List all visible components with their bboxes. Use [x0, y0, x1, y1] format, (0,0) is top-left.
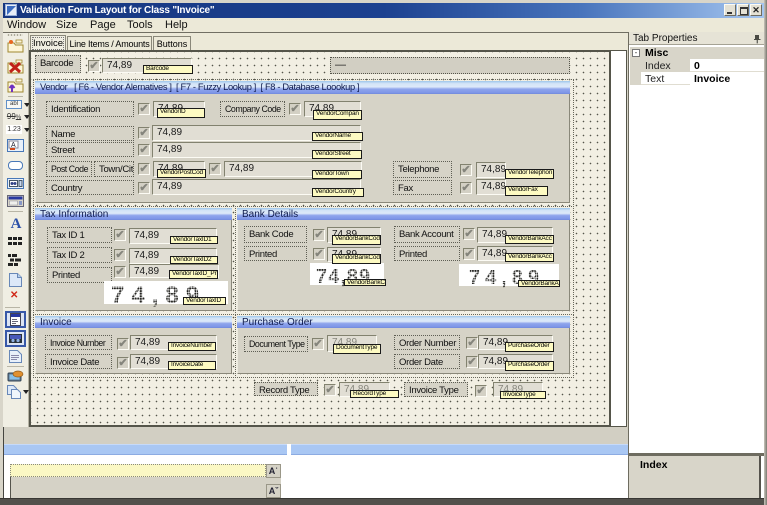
svg-text:A: A	[11, 142, 16, 149]
